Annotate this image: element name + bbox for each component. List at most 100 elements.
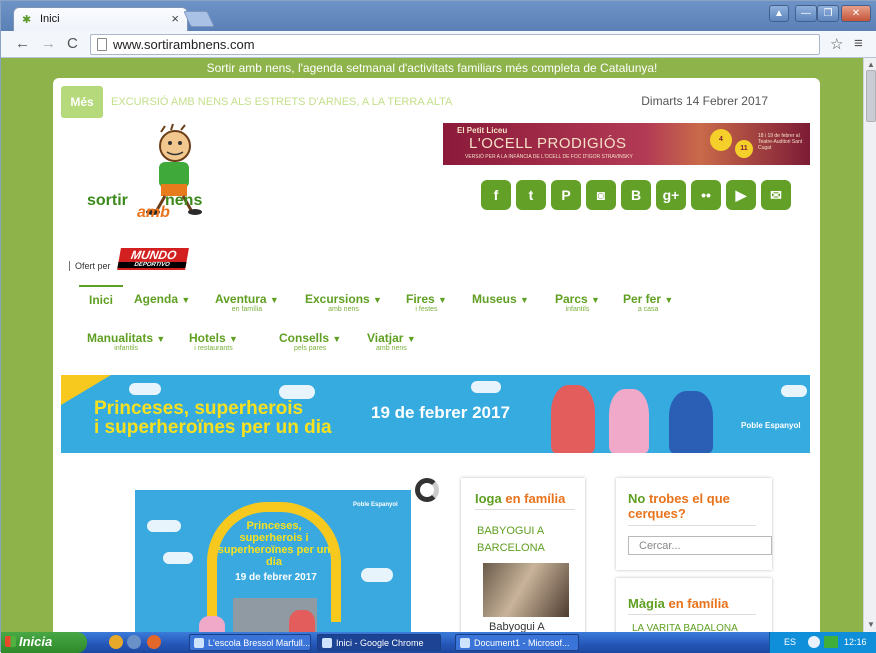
clock[interactable]: 12:16: [844, 637, 867, 647]
hero-title-line: i superheroïnes per un dia: [94, 417, 332, 438]
facebook-icon[interactable]: f: [481, 180, 511, 210]
tab-close-icon[interactable]: ×: [171, 11, 179, 26]
tab-inici[interactable]: ✱ Inici ×: [13, 7, 188, 31]
logo-word-nens: nens: [165, 192, 203, 209]
nav-item-agenda[interactable]: Agenda ▼: [134, 292, 190, 306]
nav-item-inici[interactable]: Inici: [79, 285, 123, 307]
bookmark-star-icon[interactable]: ☆: [830, 35, 843, 53]
banner-date-badge: 11: [735, 140, 753, 158]
antivirus-icon[interactable]: [824, 636, 838, 648]
network-icon[interactable]: [808, 636, 820, 648]
nav-sub: infantils: [565, 306, 590, 313]
task-document1[interactable]: Document1 - Microsof...: [455, 634, 579, 651]
banner-title: L'OCELL PRODIGIÓS: [469, 135, 627, 152]
start-label: Inicia: [19, 634, 53, 649]
email-icon[interactable]: ✉: [761, 180, 791, 210]
blogger-icon[interactable]: B: [621, 180, 651, 210]
nav-item-viatjar[interactable]: Viatjar ▼ amb nens: [367, 331, 416, 352]
hero-brand: Poble Espanyol: [741, 421, 801, 430]
close-window-button[interactable]: ✕: [841, 5, 871, 22]
nav-item-parcs[interactable]: Parcs ▼ infantils: [555, 292, 600, 313]
mes-button[interactable]: Més: [61, 86, 103, 118]
widget-title: Ioga en família: [475, 491, 565, 506]
news-ticker-link[interactable]: EXCURSIÓ AMB NENS ALS ESTRETS D'ARNES, A…: [111, 96, 452, 108]
babyogui-link[interactable]: BABYOGUI A BARCELONA: [477, 523, 577, 557]
promo-brand: Poble Espanyol: [353, 502, 398, 508]
vertical-scrollbar[interactable]: ▲ ▼: [863, 58, 876, 632]
divider: [475, 509, 575, 510]
page-icon: [97, 38, 107, 51]
widget-title-accent: en família: [505, 491, 566, 506]
task-google-chrome[interactable]: Inici - Google Chrome: [317, 634, 441, 651]
nav-label: Hotels: [189, 331, 226, 345]
task-escola-bressol[interactable]: L'escola Bressol Marfull...: [189, 634, 311, 651]
pinterest-icon[interactable]: P: [551, 180, 581, 210]
hero-banner[interactable]: Princeses, superherois i superheroïnes p…: [61, 375, 810, 453]
chrome-quicklaunch-icon[interactable]: [109, 635, 123, 649]
nav-label: Manualitats: [87, 331, 154, 345]
nav-item-manualitats[interactable]: Manualitats ▼ infantils: [87, 331, 165, 352]
task-icon: [460, 638, 470, 648]
nav-sub: amb nens: [328, 306, 359, 313]
minimize-button[interactable]: —: [795, 5, 817, 22]
nav-label: Museus: [472, 292, 517, 306]
cloud-shape: [471, 381, 501, 393]
nav-item-aventura[interactable]: Aventura ▼ en família: [215, 292, 279, 313]
cloud-shape: [163, 552, 193, 564]
user-icon[interactable]: ▲: [769, 5, 789, 22]
caret-down-icon: ▼: [520, 295, 529, 305]
youtube-icon[interactable]: ▶: [726, 180, 756, 210]
googleplus-icon[interactable]: g+: [656, 180, 686, 210]
quicklaunch-icon[interactable]: [127, 635, 141, 649]
promo-image[interactable]: Princeses, superherois i superheroïnes p…: [135, 490, 411, 632]
logo-word-sortir: sortir: [87, 192, 128, 209]
nav-label: Consells: [279, 331, 330, 345]
back-arrow-icon[interactable]: ←: [15, 35, 30, 52]
reload-icon[interactable]: C: [67, 35, 78, 52]
yoga-thumbnail-image[interactable]: [483, 563, 569, 617]
scroll-up-icon[interactable]: ▲: [867, 60, 875, 69]
firefox-quicklaunch-icon[interactable]: [147, 635, 161, 649]
nav-item-consells[interactable]: Consells ▼ pels pares: [279, 331, 341, 352]
instagram-icon[interactable]: ◙: [586, 180, 616, 210]
nav-item-museus[interactable]: Museus ▼: [472, 292, 529, 306]
site-logo[interactable]: sortir nens amb: [81, 122, 221, 232]
nav-sub: i restaurants: [194, 345, 233, 352]
language-indicator[interactable]: ES: [784, 637, 796, 647]
maximize-button[interactable]: ❐: [817, 5, 839, 22]
menu-icon[interactable]: ≡: [854, 35, 863, 52]
nav-sub: en família: [231, 306, 263, 313]
site-tagline: Sortir amb nens, l'agenda setmanal d'act…: [206, 61, 658, 75]
address-bar[interactable]: www.sortirambnens.com: [90, 34, 820, 55]
scrollbar-thumb[interactable]: [866, 70, 876, 122]
twitter-icon[interactable]: t: [516, 180, 546, 210]
nav-item-excursions[interactable]: Excursions ▼ amb nens: [305, 292, 382, 313]
yoga-caption[interactable]: Babyogui A: [489, 621, 545, 632]
varita-link[interactable]: LA VARITA BADALONA: [632, 623, 738, 632]
caret-down-icon: ▼: [332, 334, 342, 344]
url-text: www.sortirambnens.com: [113, 37, 255, 52]
forward-arrow-icon[interactable]: →: [41, 35, 56, 52]
nav-item-per-fer[interactable]: Per fer ▼ a casa: [623, 292, 673, 313]
nav-item-fires[interactable]: Fires ▼ i festes: [406, 292, 447, 313]
search-input[interactable]: Cercar...: [628, 536, 772, 555]
caret-down-icon: ▼: [438, 295, 447, 305]
task-icon: [194, 638, 204, 648]
nav-item-hotels[interactable]: Hotels ▼ i restaurants: [189, 331, 238, 352]
flickr-icon[interactable]: ••: [691, 180, 721, 210]
widget-title-accent: en família: [668, 596, 729, 611]
system-tray: ES 12:16: [769, 632, 876, 653]
logo-word-amb: amb: [137, 204, 170, 221]
sponsor-brand: MUNDO: [129, 248, 178, 262]
start-button[interactable]: Inicia: [1, 632, 87, 653]
windows-taskbar: Inicia L'escola Bressol Marfull... Inici…: [1, 632, 876, 653]
petit-liceu-banner[interactable]: El Petit Liceu L'OCELL PRODIGIÓS VERSIÓ …: [443, 123, 810, 165]
kid-figure-image: [199, 616, 225, 632]
widget-title: Màgia en família: [628, 596, 728, 611]
kid-figure-image: [289, 610, 315, 632]
sponsor-logo[interactable]: MUNDO DEPORTIVO: [117, 248, 189, 270]
hero-title: Princeses, superherois i superheroïnes p…: [94, 399, 332, 437]
scroll-down-icon[interactable]: ▼: [867, 620, 875, 629]
caret-down-icon: ▼: [591, 295, 600, 305]
caret-down-icon: ▼: [229, 334, 238, 344]
